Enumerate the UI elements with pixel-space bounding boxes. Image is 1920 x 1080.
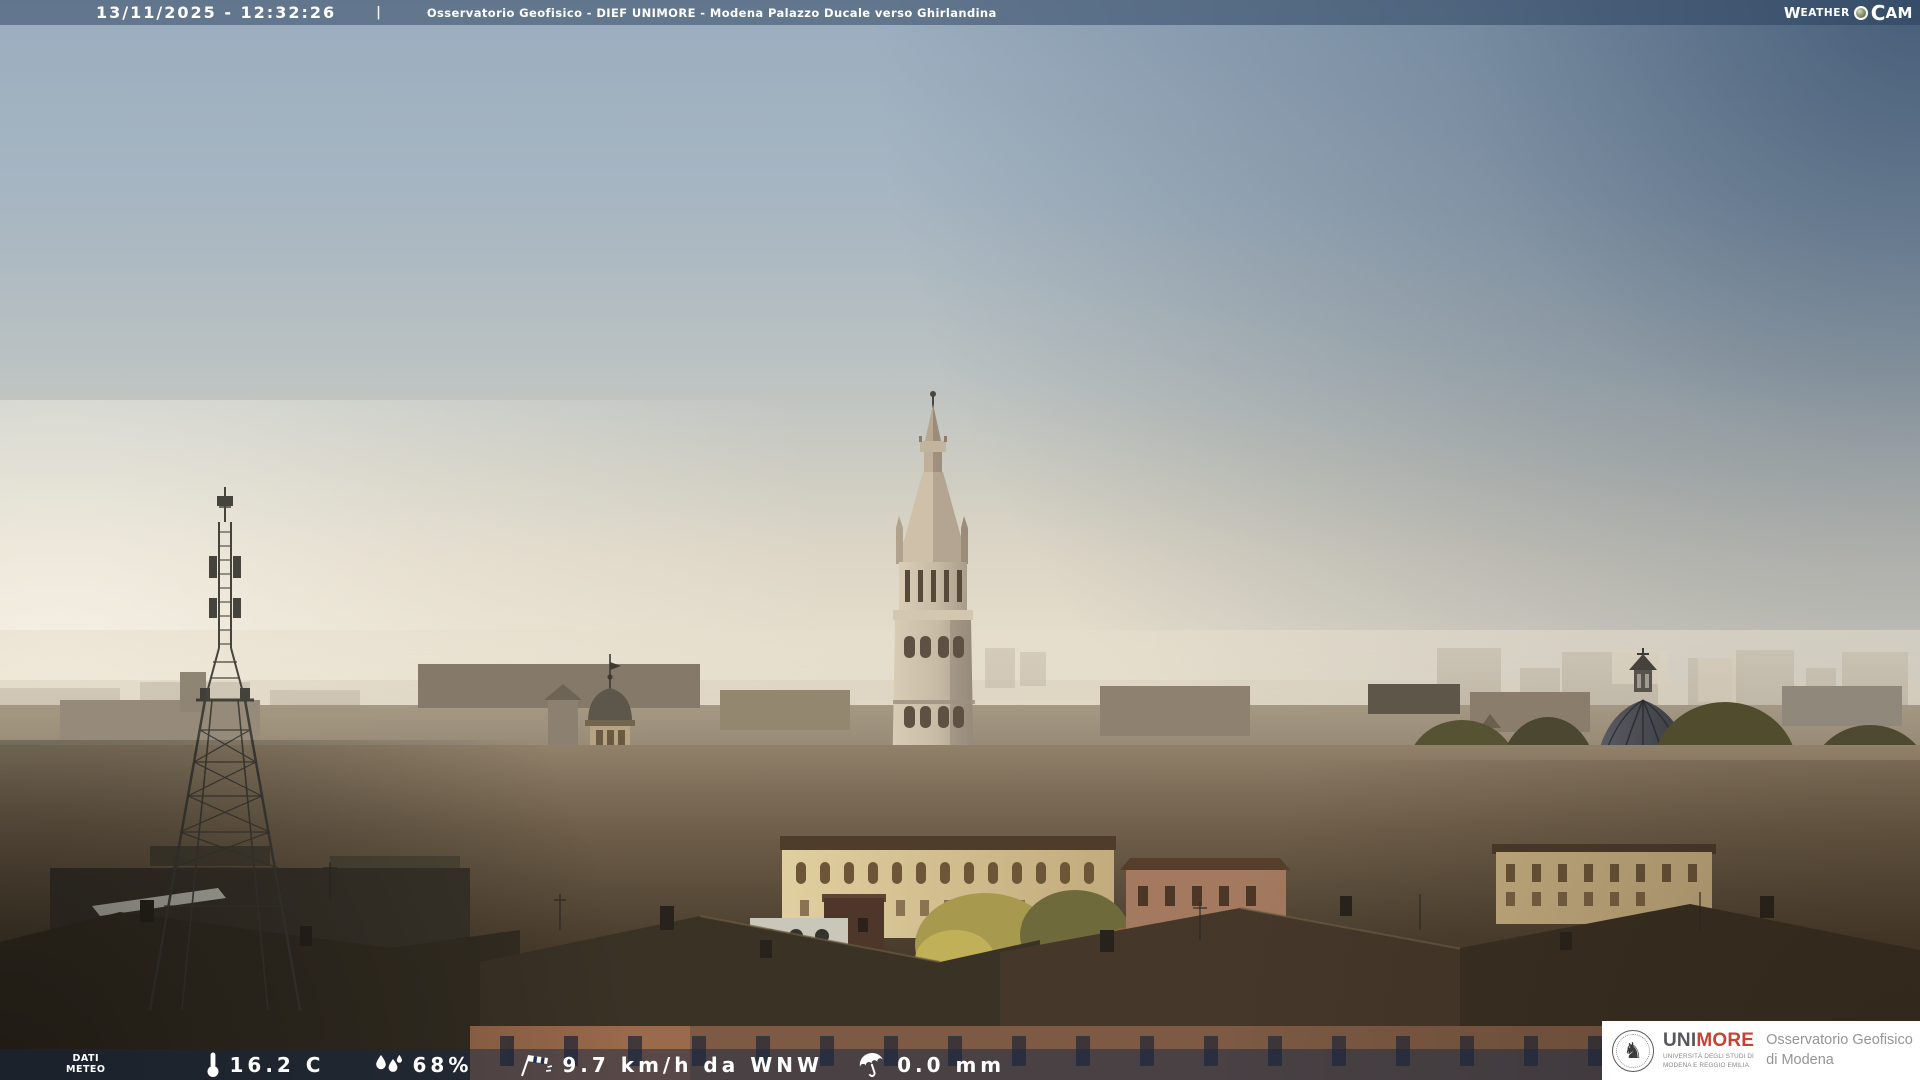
raindrops-icon bbox=[373, 1053, 403, 1077]
datetime-text: 13/11/2025 - 12:32:26 bbox=[96, 3, 337, 22]
weathercam-word-initial: W bbox=[1783, 3, 1801, 22]
modena-cityscape-photo bbox=[0, 0, 1920, 1080]
unimore-seal: ♞ bbox=[1612, 1029, 1654, 1072]
weathercam-logo[interactable]: W EATHER C AM bbox=[1784, 1, 1913, 25]
dati-meteo-line1: DATI bbox=[72, 1052, 99, 1064]
thermometer-icon bbox=[206, 1051, 220, 1078]
camera-lens-icon bbox=[1853, 5, 1868, 20]
observatory-name-line1: Osservatorio Geofisico bbox=[1766, 1031, 1913, 1048]
dati-meteo-line2: METEO bbox=[66, 1063, 106, 1075]
unimore-logo-box[interactable]: ♞ UNIMORE UNIVERSITÀ DEGLI STUDI DI MODE… bbox=[1602, 1021, 1920, 1080]
webcam-frame: 13/11/2025 - 12:32:26 | Osservatorio Geo… bbox=[0, 0, 1920, 1080]
shadow-bottom-left bbox=[0, 740, 900, 1080]
knight-emblem-icon: ♞ bbox=[1623, 1037, 1643, 1063]
weathercam-cam-initial: C bbox=[1870, 0, 1886, 25]
unimore-subtitle-line2: MODENA E REGGIO EMILIA bbox=[1663, 1061, 1750, 1069]
top-overlay-bar: 13/11/2025 - 12:32:26 | Osservatorio Geo… bbox=[0, 0, 1920, 25]
windsock-icon bbox=[516, 1052, 553, 1078]
observatory-name-line2: di Modena bbox=[1766, 1051, 1834, 1068]
wind-metric: 9.7 km/h da WNW bbox=[516, 1052, 823, 1078]
humidity-value: 68% bbox=[412, 1052, 473, 1077]
temperature-metric: 16.2 C bbox=[206, 1051, 325, 1078]
unimore-subtitle-line1: UNIVERSITÀ DEGLI STUDI DI bbox=[1663, 1052, 1754, 1060]
dati-meteo-label: DATI METEO bbox=[66, 1052, 106, 1076]
unimore-subtitle: UNIVERSITÀ DEGLI STUDI DI MODENA E REGGI… bbox=[1663, 1053, 1754, 1071]
precipitation-metric: 0.0 mm bbox=[857, 1052, 1005, 1078]
unimore-acronym: UNIMORE bbox=[1663, 1031, 1754, 1050]
wind-value: 9.7 km/h da WNW bbox=[562, 1052, 824, 1077]
temperature-value: 16.2 C bbox=[229, 1052, 325, 1077]
weathercam-word-rest: EATHER bbox=[1800, 6, 1850, 19]
weathercam-cam-rest: AM bbox=[1885, 3, 1913, 22]
observatory-name: Osservatorio Geofisico di Modena bbox=[1766, 1031, 1913, 1070]
precipitation-value: 0.0 mm bbox=[897, 1052, 1006, 1077]
unimore-acronym-uni: UNI bbox=[1663, 1029, 1697, 1051]
separator: | bbox=[376, 5, 381, 20]
page-title: Osservatorio Geofisico - DIEF UNIMORE - … bbox=[426, 5, 997, 20]
umbrella-icon bbox=[857, 1052, 887, 1078]
humidity-metric: 68% bbox=[373, 1053, 473, 1077]
unimore-acronym-more: MORE bbox=[1696, 1029, 1755, 1051]
unimore-wordmark: UNIMORE UNIVERSITÀ DEGLI STUDI DI MODENA… bbox=[1663, 1031, 1754, 1071]
